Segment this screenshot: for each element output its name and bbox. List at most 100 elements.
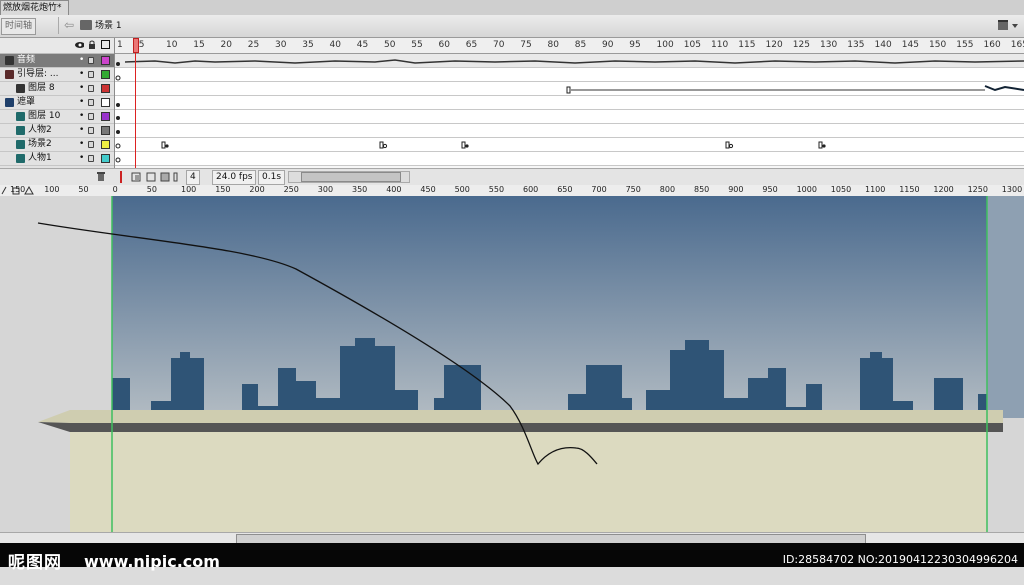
edit-symbol-icons[interactable] — [996, 18, 1020, 35]
frame-number: 40 — [329, 40, 341, 50]
keyframe — [116, 103, 120, 107]
masked-layer-icon — [16, 126, 25, 135]
playhead-line — [135, 53, 136, 168]
back-arrow-icon[interactable]: ⇦ — [64, 18, 74, 32]
ruler-number: 400 — [386, 185, 402, 194]
ruler-number: 450 — [420, 185, 436, 194]
ruler-number: 200 — [249, 185, 265, 194]
ruler-number: 600 — [523, 185, 539, 194]
ruler-number: 900 — [728, 185, 744, 194]
layer-header — [0, 38, 114, 54]
outline-swatch[interactable] — [101, 84, 110, 93]
timeline-scrollbar[interactable] — [288, 171, 410, 183]
frame-number: 165 — [1010, 40, 1024, 50]
layer-row[interactable]: 人物2 • — [0, 124, 114, 138]
layer-row[interactable]: 遮罩 • — [0, 96, 114, 110]
scene-clapper-icon — [80, 20, 92, 30]
lock-icon[interactable] — [88, 40, 97, 49]
outline-swatch[interactable] — [101, 140, 110, 149]
scene-label[interactable]: 场景 1 — [95, 19, 122, 33]
layer-icon — [5, 56, 14, 65]
frame-number: 115 — [738, 40, 756, 50]
outline-swatch[interactable] — [101, 126, 110, 135]
ruler-number: 550 — [488, 185, 505, 194]
eye-icon[interactable] — [75, 40, 84, 49]
layer-row[interactable]: 人物1 • — [0, 152, 114, 166]
frame-number: 100 — [656, 40, 674, 50]
outline-swatch[interactable] — [101, 112, 110, 121]
outline-swatch[interactable] — [101, 98, 110, 107]
audio-waveform — [124, 59, 1024, 64]
ruler-number: 1200 — [933, 185, 954, 194]
keyframe — [116, 62, 120, 66]
document-tab[interactable]: 燃放烟花炮竹* — [0, 0, 69, 16]
lock-toggle[interactable] — [88, 155, 94, 162]
lock-toggle[interactable] — [88, 71, 94, 78]
visibility-dot[interactable]: • — [79, 68, 84, 81]
fps-field[interactable]: 24.0 fps — [212, 170, 257, 185]
ruler-number: 1300 — [1001, 185, 1023, 194]
frame-number: 160 — [983, 40, 1001, 50]
ruler-number: 1100 — [865, 185, 886, 194]
frame-number: 145 — [901, 40, 919, 50]
frame-number: 95 — [629, 40, 641, 50]
divider — [58, 17, 59, 34]
ruler-number: 300 — [317, 185, 334, 194]
frame-ruler[interactable]: 1 5 10 15 20 25 30 35 40 45 50 55 60 65 70 75 80 85 90 95 10… — [115, 38, 1024, 54]
frame-number: 50 — [384, 40, 396, 50]
lock-toggle[interactable] — [88, 85, 94, 92]
visibility-dot[interactable]: • — [79, 82, 84, 95]
stage[interactable] — [0, 196, 1024, 532]
visibility-dot[interactable]: • — [79, 138, 84, 151]
onion-skin-icons[interactable] — [118, 171, 178, 183]
guide-layer-icon — [5, 70, 14, 79]
outline-icon[interactable] — [101, 40, 110, 49]
layer-row[interactable]: 图层 10 • — [0, 110, 114, 124]
timeline-scroll-thumb[interactable] — [301, 172, 401, 182]
ruler-number: 350 — [352, 185, 368, 194]
outline-swatch[interactable] — [101, 154, 110, 163]
visibility-dot[interactable]: • — [79, 124, 84, 137]
keyframe-marker — [566, 86, 571, 94]
layer-name: 图层 10 — [28, 111, 61, 121]
ruler-number: 650 — [557, 185, 573, 194]
masked-layer-icon — [16, 112, 25, 121]
stage-canvas[interactable] — [0, 196, 1024, 532]
watermark-site: www.nipic.com — [84, 552, 220, 571]
layer-row[interactable]: 场景2 • — [0, 138, 114, 152]
frame-number: 80 — [547, 40, 559, 50]
lock-toggle[interactable] — [88, 99, 94, 106]
layer-row[interactable]: 图层 8 • — [0, 82, 114, 96]
ruler-number: 150 — [10, 185, 26, 194]
visibility-dot[interactable]: • — [79, 54, 84, 67]
ruler-number: 250 — [283, 185, 299, 194]
ruler-number: 1250 — [967, 185, 988, 194]
layer-name: 遮罩 — [17, 97, 36, 107]
visibility-dot[interactable]: • — [79, 110, 84, 123]
ruler-number: 100 — [181, 185, 197, 194]
keyframe — [115, 157, 121, 163]
visibility-dot[interactable]: • — [79, 96, 84, 109]
delete-layer-icon[interactable] — [96, 171, 106, 182]
edit-scene-icon[interactable] — [996, 18, 1020, 32]
frame-number: 75 — [520, 40, 532, 50]
frame-number: 155 — [956, 40, 974, 50]
lock-toggle[interactable] — [88, 57, 94, 64]
keyframe — [116, 116, 120, 120]
timeline-status-bar: 4 24.0 fps 0.1s — [0, 168, 1024, 186]
timeline-toggle-button[interactable]: 时间轴 — [1, 18, 37, 35]
outline-swatch[interactable] — [101, 56, 110, 65]
visibility-dot[interactable]: • — [79, 152, 84, 165]
frame-number: 10 — [166, 40, 178, 50]
layer-row[interactable]: 引导层: ... • — [0, 68, 114, 82]
frame-number: 85 — [574, 40, 587, 50]
frames-panel[interactable]: 1 5 10 15 20 25 30 35 40 45 50 55 60 65 70 75 80 85 90 95 10… — [115, 38, 1024, 168]
playhead[interactable] — [133, 38, 139, 53]
frame-number: 45 — [356, 40, 369, 50]
lock-toggle[interactable] — [88, 141, 94, 148]
layer-row[interactable]: 音频 • — [0, 54, 114, 68]
ledge-top — [38, 410, 1003, 423]
lock-toggle[interactable] — [88, 127, 94, 134]
outline-swatch[interactable] — [101, 70, 110, 79]
lock-toggle[interactable] — [88, 113, 94, 120]
